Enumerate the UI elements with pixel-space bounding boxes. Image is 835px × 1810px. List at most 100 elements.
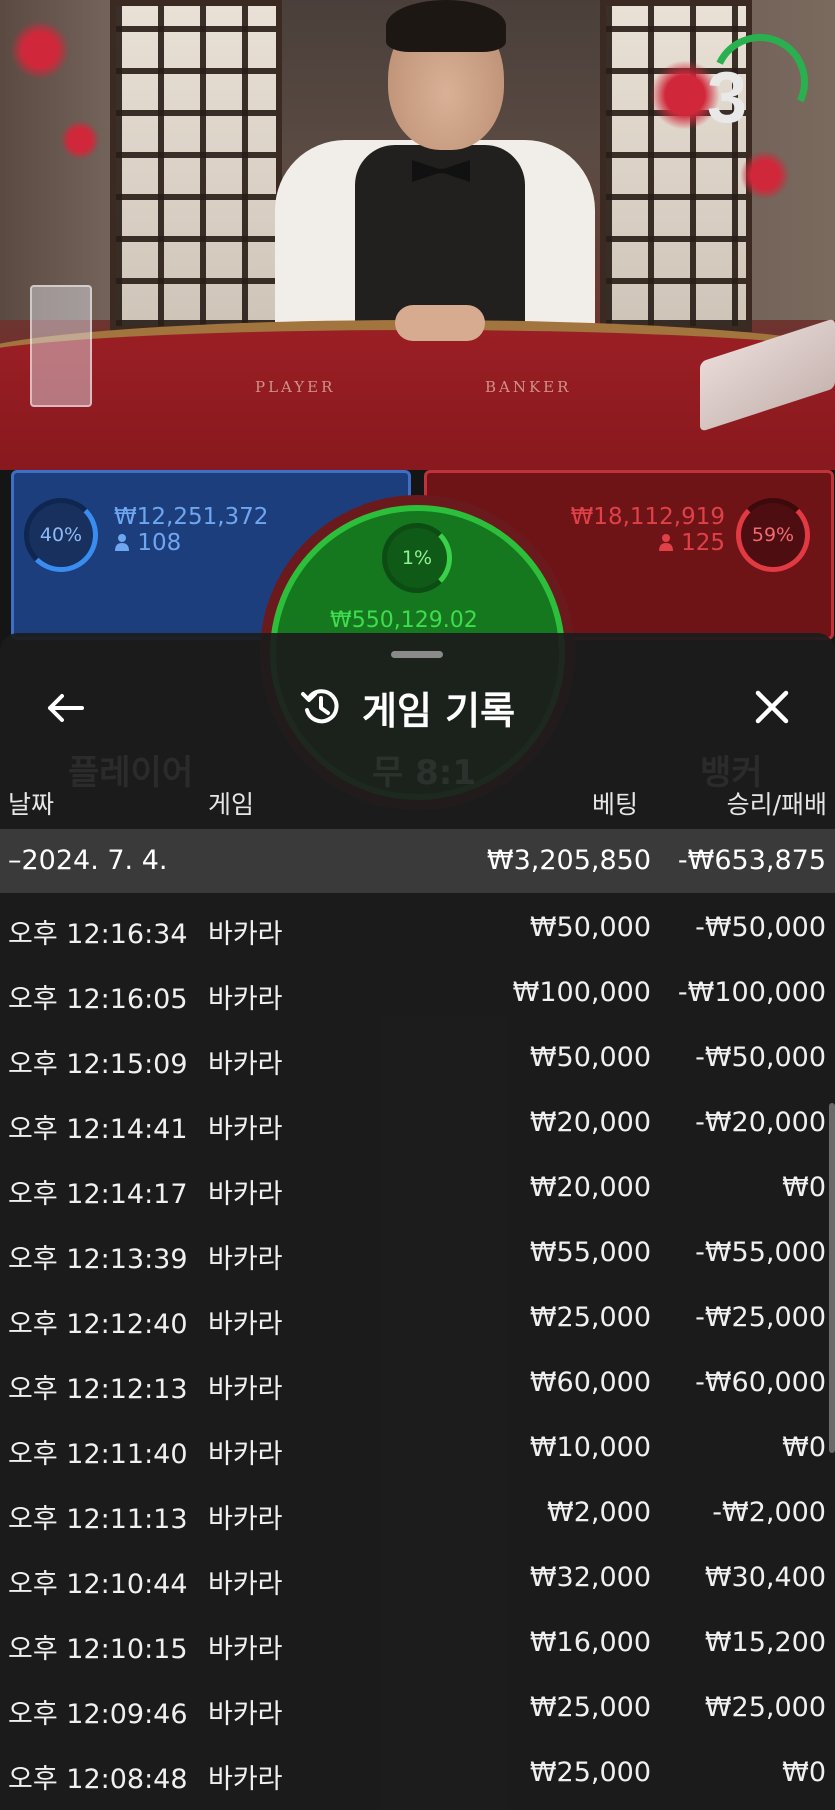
summary-bet-total: ₩3,205,850	[486, 845, 651, 876]
row-bet: ₩50,000	[529, 1042, 651, 1073]
row-bet: ₩32,000	[529, 1562, 651, 1593]
history-row[interactable]: 오후 12:11:13 바카라 ₩2,000 -₩2,000	[0, 1478, 835, 1543]
summary-win-loss: -₩653,875	[677, 845, 826, 876]
row-bet: ₩20,000	[529, 1172, 651, 1203]
row-time: 오후 12:09:46	[8, 1699, 188, 1730]
row-time: 오후 12:14:17	[8, 1179, 188, 1210]
row-game: 바카라	[208, 1374, 283, 1405]
history-row[interactable]: 오후 12:10:44 바카라 ₩32,000 ₩30,400	[0, 1543, 835, 1608]
row-win-loss: ₩30,400	[704, 1562, 826, 1593]
date-summary-row[interactable]: –2024. 7. 4. ₩3,205,850 -₩653,875	[0, 829, 835, 893]
sheet-title: 게임 기록	[362, 688, 516, 733]
history-icon	[301, 689, 339, 724]
row-bet: ₩25,000	[529, 1757, 651, 1788]
row-win-loss: -₩100,000	[677, 977, 826, 1008]
lattice-screen-left	[110, 0, 282, 332]
column-win-loss: 승리/패배	[726, 790, 827, 819]
column-game: 게임	[208, 790, 255, 819]
tie-percent-ring: 1%	[382, 523, 452, 593]
banker-count: 125	[681, 530, 725, 556]
row-bet: ₩16,000	[529, 1627, 651, 1658]
blossom-decoration	[10, 20, 70, 80]
row-bet: ₩50,000	[529, 912, 651, 943]
row-win-loss: -₩50,000	[695, 1042, 826, 1073]
banker-percent-ring: 59%	[736, 498, 810, 572]
close-button[interactable]	[746, 681, 798, 733]
player-pot: ₩12,251,372 108	[114, 504, 268, 556]
history-list: 오후 12:16:34 바카라 ₩50,000 -₩50,000 오후 12:16:05…	[0, 893, 835, 1803]
row-win-loss: ₩0	[782, 1757, 826, 1788]
history-row[interactable]: 오후 12:13:39 바카라 ₩55,000 -₩55,000	[0, 1218, 835, 1283]
row-game: 바카라	[208, 1309, 283, 1340]
history-row[interactable]: 오후 12:11:40 바카라 ₩10,000 ₩0	[0, 1413, 835, 1478]
player-percent-ring: 40%	[24, 498, 98, 572]
arrow-left-icon	[48, 694, 84, 722]
history-row[interactable]: 오후 12:16:05 바카라 ₩100,000 -₩100,000	[0, 958, 835, 1023]
banker-bettor-count: 125	[571, 530, 725, 556]
history-row[interactable]: 오후 12:16:34 바카라 ₩50,000 -₩50,000	[0, 893, 835, 958]
row-win-loss: ₩25,000	[704, 1692, 826, 1723]
row-game: 바카라	[208, 984, 283, 1015]
row-bet: ₩60,000	[529, 1367, 651, 1398]
row-time: 오후 12:15:09	[8, 1049, 188, 1080]
history-column-header: 날짜 게임 베팅 승리/패배	[0, 771, 835, 831]
row-game: 바카라	[208, 1439, 283, 1470]
row-win-loss: -₩20,000	[695, 1107, 826, 1138]
history-row[interactable]: 오후 12:14:17 바카라 ₩20,000 ₩0	[0, 1153, 835, 1218]
history-row[interactable]: 오후 12:12:13 바카라 ₩60,000 -₩60,000	[0, 1348, 835, 1413]
row-game: 바카라	[208, 1114, 283, 1145]
row-win-loss: ₩0	[782, 1172, 826, 1203]
row-time: 오후 12:10:44	[8, 1569, 188, 1600]
discard-box	[30, 285, 92, 407]
scrollbar[interactable]	[829, 1103, 835, 1453]
dealer-hair	[386, 0, 506, 52]
row-win-loss: ₩15,200	[704, 1627, 826, 1658]
history-row[interactable]: 오후 12:12:40 바카라 ₩25,000 -₩25,000	[0, 1283, 835, 1348]
countdown-number: 3	[706, 58, 748, 138]
row-bet: ₩25,000	[529, 1302, 651, 1333]
row-time: 오후 12:16:34	[8, 919, 188, 950]
tie-total-amount: ₩550,129.02	[330, 608, 478, 633]
back-button[interactable]	[40, 683, 90, 733]
felt-label-player: PLAYER	[255, 378, 336, 396]
row-game: 바카라	[208, 1049, 283, 1080]
game-history-sheet: 플레이어 무 8:1 뱅커 게임 기록 날짜 게임 베팅 승리/패배 –2024…	[0, 633, 835, 1810]
row-game: 바카라	[208, 1244, 283, 1275]
row-bet: ₩2,000	[547, 1497, 651, 1528]
row-win-loss: -₩60,000	[695, 1367, 826, 1398]
history-row[interactable]: 오후 12:15:09 바카라 ₩50,000 -₩50,000	[0, 1023, 835, 1088]
row-game: 바카라	[208, 1504, 283, 1535]
row-time: 오후 12:10:15	[8, 1634, 188, 1665]
row-time: 오후 12:11:40	[8, 1439, 188, 1470]
history-row[interactable]: 오후 12:10:15 바카라 ₩16,000 ₩15,200	[0, 1608, 835, 1673]
history-row[interactable]: 오후 12:09:46 바카라 ₩25,000 ₩25,000	[0, 1673, 835, 1738]
row-game: 바카라	[208, 1764, 283, 1795]
row-game: 바카라	[208, 1179, 283, 1210]
column-bet: 베팅	[592, 790, 639, 819]
sheet-drag-handle[interactable]	[391, 651, 443, 658]
history-row[interactable]: 오후 12:08:48 바카라 ₩25,000 ₩0	[0, 1738, 835, 1803]
banker-percent: 59%	[751, 524, 795, 546]
row-game: 바카라	[208, 1569, 283, 1600]
row-game: 바카라	[208, 1699, 283, 1730]
row-win-loss: -₩50,000	[695, 912, 826, 943]
dealer-hands	[395, 305, 485, 341]
column-date: 날짜	[8, 790, 55, 819]
player-total-amount: ₩12,251,372	[114, 504, 269, 530]
row-win-loss: ₩0	[782, 1432, 826, 1463]
row-time: 오후 12:16:05	[8, 984, 188, 1015]
live-video-stream: PLAYER BANKER 3	[0, 0, 835, 470]
row-game: 바카라	[208, 919, 283, 950]
sheet-header: 게임 기록	[300, 677, 515, 737]
banker-pot: ₩18,112,919 125	[571, 504, 725, 556]
row-bet: ₩55,000	[529, 1237, 651, 1268]
row-win-loss: -₩55,000	[695, 1237, 826, 1268]
row-win-loss: -₩25,000	[695, 1302, 826, 1333]
history-row[interactable]: 오후 12:14:41 바카라 ₩20,000 -₩20,000	[0, 1088, 835, 1153]
blossom-decoration	[60, 120, 100, 160]
felt-label-banker: BANKER	[485, 378, 572, 396]
row-time: 오후 12:11:13	[8, 1504, 188, 1535]
tie-percent: 1%	[401, 547, 433, 569]
close-icon	[755, 690, 789, 724]
row-game: 바카라	[208, 1634, 283, 1665]
